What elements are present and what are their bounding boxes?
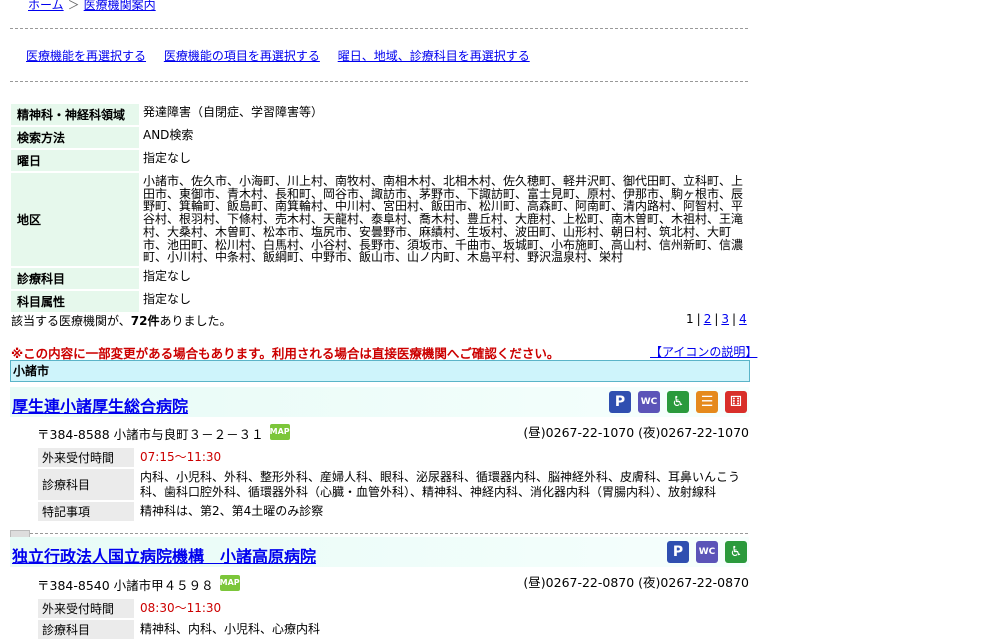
hospital-address: 〒384-8588 小諸市与良町３－２－３１ MAP (37, 424, 290, 443)
icon-help-link[interactable]: 【アイコンの説明】 (650, 343, 757, 360)
hospital-header: 厚生連小諸厚生総合病院 P WC ♿ ☰ ⚅ (10, 387, 749, 417)
detail-label: 外来受付時間 (38, 599, 134, 618)
detail-row: 診療科目 精神科、内科、小児科、心療内科 (38, 620, 750, 639)
detail-label: 特記事項 (38, 502, 134, 521)
result-count: 該当する医療機関が、72件ありました。 (11, 312, 231, 329)
detail-label: 外来受付時間 (38, 448, 134, 467)
condition-row: 検索方法 AND検索 (11, 127, 747, 148)
condition-value: AND検索 (143, 128, 194, 142)
wheelchair-icon[interactable]: ♿ (667, 391, 689, 413)
condition-value: 発達障害（自閉症、学習障害等） (143, 105, 324, 119)
detail-value: 精神科は、第2、第4土曜のみ診察 (140, 504, 324, 519)
condition-value: 指定なし (143, 268, 192, 283)
condition-row: 地区 小諸市、佐久市、小海町、川上村、南牧村、南相木村、北相木村、佐久穂町、軽井沢… (11, 173, 747, 266)
hospital-tel: (昼)0267-22-0870 (夜)0267-22-0870 (523, 575, 749, 590)
accessible-toilet-icon[interactable]: WC (638, 391, 660, 413)
hospital-details: 外来受付時間 07:15～11:30 診療科目 内科、小児科、外科、整形外科、産婦人… (38, 446, 750, 523)
wheelchair-icon[interactable]: ♿ (725, 541, 747, 563)
condition-label: 検索方法 (11, 127, 139, 148)
breadcrumb-current-link[interactable]: 医療機関案内 (84, 0, 156, 12)
condition-row: 曜日 指定なし (11, 150, 747, 171)
hospital-header: 独立行政法人国立病院機構 小諸高原病院 P WC ♿ (10, 537, 749, 567)
accessible-toilet-icon[interactable]: WC (696, 541, 718, 563)
detail-label: 診療科目 (38, 620, 134, 639)
reselect-function-link[interactable]: 医療機能を再選択する (26, 49, 146, 63)
city-header: 小諸市 (10, 360, 750, 382)
detail-value: 08:30～11:30 (140, 601, 222, 616)
page-current: 1 (686, 312, 694, 326)
detail-row: 外来受付時間 08:30～11:30 (38, 599, 750, 618)
parking-icon[interactable]: P (609, 391, 631, 413)
detail-row: 外来受付時間 07:15～11:30 (38, 448, 750, 467)
detail-row: 特記事項 精神科は、第2、第4土曜のみ診察 (38, 502, 750, 521)
page-link[interactable]: 4 (739, 312, 747, 326)
condition-value: 指定なし (143, 151, 192, 165)
hospital-name-link[interactable]: 厚生連小諸厚生総合病院 (12, 393, 188, 417)
hospital-tel: (昼)0267-22-1070 (夜)0267-22-1070 (523, 425, 749, 440)
detail-value: 内科、小児科、外科、整形外科、産婦人科、眼科、泌尿器科、循環器内科、脳神経外科、… (140, 470, 741, 499)
condition-label: 地区 (11, 173, 139, 266)
map-icon[interactable]: MAP (219, 575, 240, 591)
condition-label: 曜日 (11, 150, 139, 171)
facility-icons: P WC ♿ ☰ ⚅ (609, 391, 747, 413)
hospital-name-link[interactable]: 独立行政法人国立病院機構 小諸高原病院 (12, 543, 316, 567)
reselect-function-items-link[interactable]: 医療機能の項目を再選択する (164, 49, 320, 63)
breadcrumb: ホーム＞ 医療機関案内 (28, 0, 156, 13)
condition-label: 診療科目 (11, 267, 139, 289)
detail-value: 07:15～11:30 (140, 450, 222, 465)
condition-label: 科目属性 (11, 290, 139, 312)
dice-icon[interactable]: ⚅ (725, 391, 747, 413)
condition-value: 小諸市、佐久市、小海町、川上村、南牧村、南相木村、北相木村、佐久穂町、軽井沢町、… (143, 174, 744, 265)
parking-icon[interactable]: P (667, 541, 689, 563)
facility-icons: P WC ♿ (667, 541, 747, 563)
condition-row: 科目属性 指定なし (11, 290, 747, 312)
breadcrumb-home-link[interactable]: ホーム (28, 0, 64, 12)
search-conditions-table: 精神科・神経科領域 発達障害（自閉症、学習障害等） 検索方法 AND検索 曜日 指定な… (11, 102, 747, 314)
condition-value: 指定なし (143, 291, 192, 306)
reselect-day-area-link[interactable]: 曜日、地域、診療科目を再選択する (338, 49, 530, 63)
condition-label: 精神科・神経科領域 (11, 104, 139, 125)
hospital-details: 外来受付時間 08:30～11:30 診療科目 精神科、内科、小児科、心療内科 (38, 597, 750, 641)
divider (30, 533, 748, 534)
page-link[interactable]: 2 (704, 312, 712, 326)
address-text: 〒384-8540 小諸市甲４５９８ (37, 578, 214, 593)
page-link[interactable]: 3 (721, 312, 729, 326)
reselect-links: 医療機能を再選択する 医療機能の項目を再選択する 曜日、地域、診療科目を再選択す… (26, 47, 544, 64)
detail-value: 精神科、内科、小児科、心療内科 (140, 622, 321, 637)
map-icon[interactable]: MAP (269, 424, 290, 440)
detail-label: 診療科目 (38, 469, 134, 500)
result-prefix: 該当する医療機関が、 (11, 314, 131, 328)
stairs-icon[interactable]: ☰ (696, 391, 718, 413)
detail-row: 診療科目 内科、小児科、外科、整形外科、産婦人科、眼科、泌尿器科、循環器内科、脳神… (38, 469, 750, 500)
result-number: 72件 (130, 314, 160, 328)
result-suffix: ありました。 (159, 314, 232, 328)
hospital-address: 〒384-8540 小諸市甲４５９８ MAP (37, 575, 240, 594)
pagination: 1 | 2 | 3 | 4 (686, 312, 747, 326)
address-text: 〒384-8588 小諸市与良町３－２－３１ (37, 427, 264, 442)
condition-row: 診療科目 指定なし (11, 267, 747, 289)
condition-row: 精神科・神経科領域 発達障害（自閉症、学習障害等） (11, 104, 747, 125)
divider (10, 81, 748, 82)
breadcrumb-separator: ＞ (67, 0, 80, 12)
divider (10, 28, 748, 29)
